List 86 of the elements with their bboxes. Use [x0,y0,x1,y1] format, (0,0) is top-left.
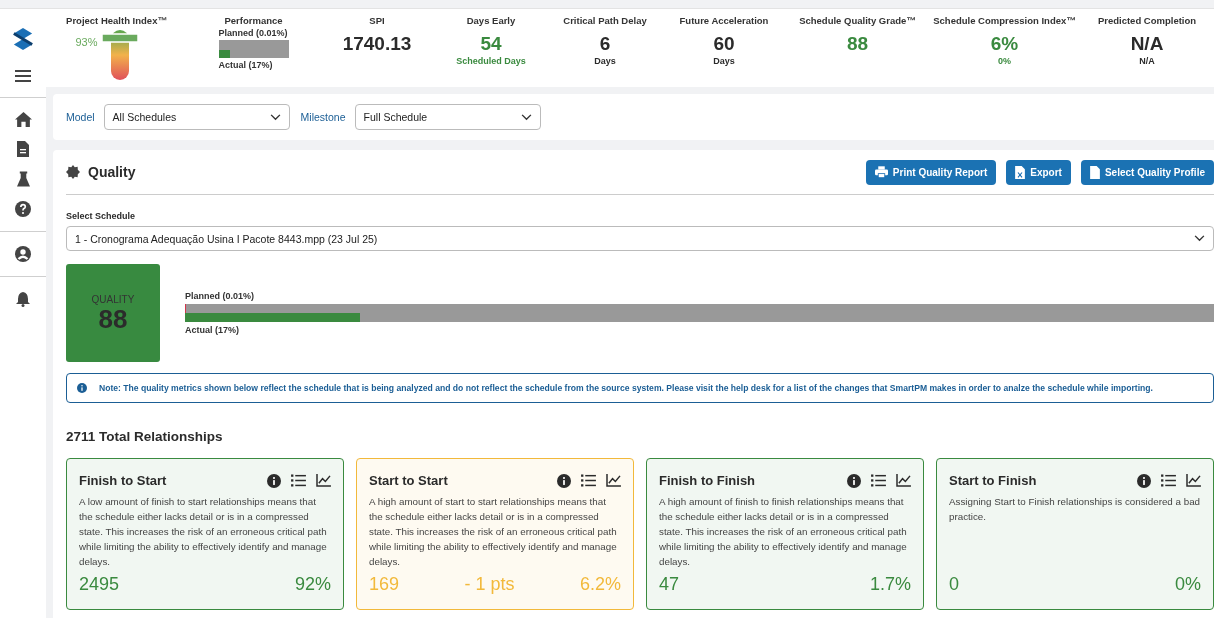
metric-label: Schedule Compression Index™ [933,15,1076,26]
section-title: Quality [88,164,136,180]
metric-value: 1740.13 [342,34,412,54]
planned-label: Planned (0.01%) [185,291,256,301]
metric-subtitle: Days [594,56,616,66]
schedule-dropdown[interactable]: 1 - Cronograma Adequação Usina I Pacote 8443.mpp (23 Jul 25) [66,226,1214,251]
info-icon [77,383,87,393]
metric-subtitle: 0% [998,56,1011,66]
metric-label: Schedule Quality Grade™ [799,15,916,26]
metric-value: 6% [990,34,1019,54]
chevron-down-icon [520,113,532,121]
planned-label: Planned (0.01%) [218,28,288,38]
bell-icon[interactable] [16,291,30,307]
note-text: Note: The quality metrics shown below reflect the schedule that is being analyzed and do not reflect the schedule from the source system. Please visit the help desk for a list of the changes that SmartPM makes in order to analze the schedule while importing. [99,383,1153,393]
document-icon[interactable] [17,141,29,157]
metric-label: Critical Path Delay [563,15,647,26]
badge-icon [66,165,80,179]
filter-label: Model [66,111,95,123]
line-chart-icon[interactable] [606,474,621,487]
relationship-count: 2495 [79,574,120,595]
actual-label: Actual (17%) [218,60,273,70]
metric-value: 6 [599,34,611,54]
metric-label: SPI [369,15,385,26]
list-icon[interactable] [871,474,886,487]
metric-subtitle: Scheduled Days [456,56,526,66]
score-change: - 1 pts [464,574,515,595]
metric-value: 60 [713,34,735,54]
filter-dropdown[interactable]: All Schedules [103,104,290,130]
info-icon[interactable] [1137,473,1151,488]
relationship-percent: 1.7% [869,574,911,595]
card-title: Finish to Finish [659,473,756,488]
card-description: A low amount of finish to start relationships means that the schedule either lacks detail or is in a compressed state. This increases the risk of an erroneous critical path while limiting the ability to effectively identify and manage delays. [79,495,328,569]
metric-value: 54 [480,34,502,54]
chevron-down-icon [1194,235,1205,242]
home-icon[interactable] [14,112,32,127]
line-chart-icon[interactable] [1186,474,1201,487]
health-gauge [99,28,140,80]
export-button[interactable]: Export [1006,159,1071,185]
list-icon[interactable] [291,474,306,487]
card-description: Assigning Start to Finish relationships is considered a bad practice. [949,495,1201,524]
user-icon[interactable] [15,246,31,262]
card-title: Start to Finish [949,473,1037,488]
file-icon [1089,165,1100,179]
metric-label: Future Acceleration [679,15,769,26]
info-icon[interactable] [557,473,571,488]
spreadsheet-file-icon [1015,165,1026,179]
line-chart-icon[interactable] [316,474,331,487]
field-label: Select Schedule [66,211,137,221]
card-description: A high amount of finish to finish relationships means that the schedule either lacks detail or is in a compressed state. This increases the risk of an erroneous critical path while limiting the ability to effectively identify and manage delays. [659,495,908,569]
relationship-count: 0 [949,574,959,595]
relationship-count: 47 [659,574,680,595]
relationship-count: 169 [369,574,400,595]
score-label: QUALITY [91,293,135,305]
metric-value: N/A [1130,34,1164,54]
score-value: 88 [98,304,128,333]
chevron-down-icon [269,113,281,121]
logo-icon[interactable] [12,27,34,51]
health-value: 93% [75,36,98,48]
metric-label: Performance [224,15,283,26]
metric-label: Predicted Completion [1097,15,1197,26]
relationship-percent: 92% [294,574,331,595]
list-icon[interactable] [1161,474,1176,487]
section-heading: 2711 Total Relationships [66,429,224,444]
list-icon[interactable] [581,474,596,487]
info-icon[interactable] [847,473,861,488]
metric-subtitle: Days [713,56,735,66]
metric-label: Project Health Index™ [66,15,167,26]
info-icon[interactable] [267,473,281,488]
profile-button[interactable]: Select Quality Profile [1080,159,1214,185]
relationship-percent: 0% [1175,574,1201,595]
line-chart-icon[interactable] [896,474,911,487]
card-title: Start to Start [369,473,448,488]
print-button[interactable]: Print Quality Report [865,159,997,185]
actual-label: Actual (17%) [185,325,240,335]
card-description: A high amount of start to start relationships means that the schedule either lacks detail or is in a compressed state. This increases the risk of an erroneous critical path while limiting the ability to effectively identify and manage delays. [369,495,618,569]
flask-icon[interactable] [16,171,30,187]
metric-subtitle: N/A [1139,56,1155,66]
metric-label: Days Early [466,15,516,26]
filter-label: Milestone [300,111,346,123]
card-title: Finish to Start [79,473,167,488]
help-icon[interactable] [15,201,31,217]
relationship-percent: 6.2% [579,574,621,595]
filter-dropdown[interactable]: Full Schedule [354,104,541,130]
menu-icon[interactable] [15,69,31,83]
printer-icon [874,166,888,178]
metric-value: 88 [846,34,869,54]
